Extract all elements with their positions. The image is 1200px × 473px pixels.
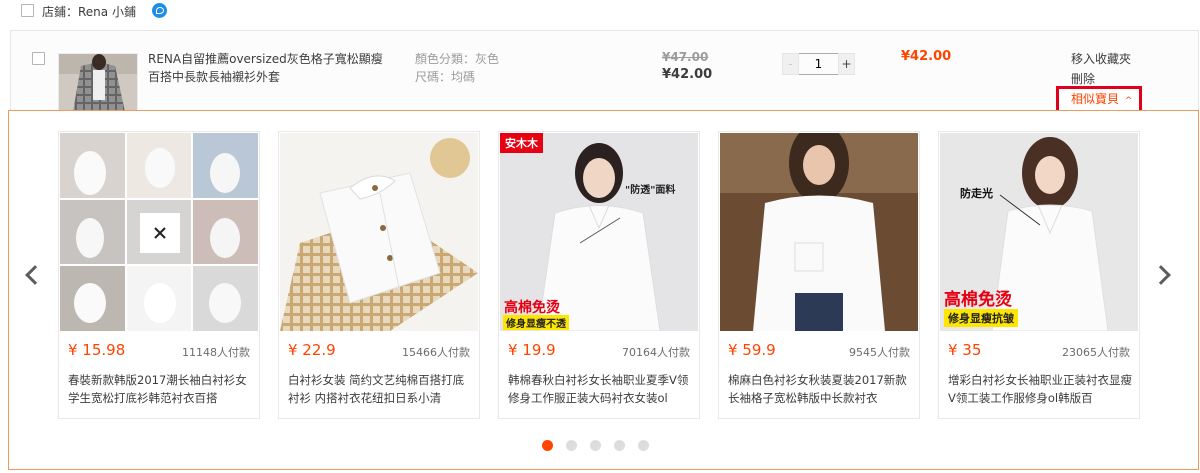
chevron-up-icon: ^ bbox=[1124, 96, 1133, 106]
similar-item-title[interactable]: 白衬衫女装 简约文艺纯棉百搭打底衬衫 内搭衬衣花纽扣日系小清 bbox=[288, 371, 472, 408]
similar-item-price: ¥ 35 bbox=[948, 341, 982, 359]
similar-item-sold-count: 23065人付款 bbox=[1062, 346, 1130, 359]
item-sku: 顏色分類：灰色 尺碼：均碼 bbox=[415, 50, 499, 86]
quantity-decrease-button[interactable]: - bbox=[782, 53, 799, 75]
similar-item-feature-text: 高棉免烫 bbox=[944, 290, 1012, 310]
carousel-page-dot[interactable] bbox=[566, 440, 577, 451]
carousel-page-dot[interactable] bbox=[542, 440, 553, 451]
similar-item-title[interactable]: 增彩白衬衫女长袖职业正装衬衣显瘦V领工装工作服修身ol韩版百 bbox=[948, 371, 1132, 408]
similar-item-sold-count: 70164人付款 bbox=[622, 346, 690, 359]
item-title[interactable]: RENA自留推薦oversized灰色格子寬松顯瘦百搭中長款長袖襯衫外套 bbox=[148, 50, 388, 86]
similar-items-panel: ¥ 15.98 11148人付款 春裝新款韩版2017潮长袖白衬衫女学生宽松打底… bbox=[8, 110, 1199, 470]
unit-price: ¥42.00 bbox=[662, 67, 713, 82]
shop-select-checkbox[interactable] bbox=[21, 4, 34, 17]
similar-items-label: 相似寶貝 bbox=[1071, 92, 1120, 106]
item-thumbnail[interactable] bbox=[58, 53, 138, 111]
similar-item-price: ¥ 19.9 bbox=[508, 341, 556, 359]
quantity-increase-button[interactable]: + bbox=[838, 53, 855, 75]
similar-item-price: ¥ 22.9 bbox=[288, 341, 336, 359]
subtotal-price: ¥42.00 bbox=[901, 49, 952, 64]
delete-link[interactable]: 刪除 bbox=[1071, 70, 1095, 87]
sku-color: 顏色分類：灰色 bbox=[415, 52, 500, 66]
shop-name[interactable]: 店鋪：Rena 小鋪 bbox=[42, 3, 136, 20]
carousel-page-dot[interactable] bbox=[590, 440, 601, 451]
similar-item-image[interactable] bbox=[280, 133, 478, 331]
similar-items-toggle[interactable]: 相似寶貝 ^ bbox=[1056, 86, 1142, 113]
similar-item-title[interactable]: 韩棉春秋白衬衫女长袖职业夏季V领修身工作服正装大码衬衣女装ol bbox=[508, 371, 692, 408]
sku-size: 尺碼：均碼 bbox=[415, 70, 476, 84]
similar-item-price: ¥ 59.9 bbox=[728, 341, 776, 359]
similar-item-feature-text: 高棉免烫 bbox=[504, 300, 560, 316]
similar-item-card[interactable]: ¥ 15.98 11148人付款 春裝新款韩版2017潮长袖白衬衫女学生宽松打底… bbox=[58, 131, 260, 419]
similar-item-image[interactable]: 防走光 高棉免烫 修身显瘦抗皱 bbox=[940, 133, 1138, 331]
similar-item-title[interactable]: 春裝新款韩版2017潮长袖白衬衫女学生宽松打底衫韩范衬衣百搭 bbox=[68, 371, 252, 408]
shop-header: 店鋪：Rena 小鋪 bbox=[0, 0, 1200, 30]
carousel-page-dot[interactable] bbox=[638, 440, 649, 451]
move-to-favorites-link[interactable]: 移入收藏夾 bbox=[1071, 50, 1131, 67]
carousel-prev-icon[interactable] bbox=[25, 265, 45, 285]
quantity-stepper: - 1 + bbox=[782, 53, 855, 75]
carousel-page-dot[interactable] bbox=[614, 440, 625, 451]
similar-item-brand-badge: 安木木 bbox=[500, 133, 543, 153]
similar-item-sold-count: 9545人付款 bbox=[849, 346, 910, 359]
similar-item-feature-text: 修身显瘦不透 bbox=[503, 315, 569, 330]
similar-item-image[interactable] bbox=[720, 133, 918, 331]
chat-icon[interactable] bbox=[152, 3, 167, 18]
similar-item-image[interactable]: 安木木 "防透"面料 高棉免烫 修身显瘦不透 bbox=[500, 133, 698, 331]
similar-item-sold-count: 15466人付款 bbox=[402, 346, 470, 359]
similar-item-feature-text: "防透"面料 bbox=[625, 185, 676, 196]
cart-item-row: RENA自留推薦oversized灰色格子寬松顯瘦百搭中長款長袖襯衫外套 顏色分… bbox=[10, 30, 1199, 113]
similar-item-image[interactable] bbox=[60, 133, 258, 331]
item-select-checkbox[interactable] bbox=[32, 52, 45, 65]
carousel-next-icon[interactable] bbox=[1151, 265, 1171, 285]
similar-item-title[interactable]: 棉麻白色衬衫女秋装夏装2017新款长袖格子宽松韩版中长款衬衣 bbox=[728, 371, 912, 408]
similar-item-card[interactable]: 安木木 "防透"面料 高棉免烫 修身显瘦不透 ¥ 19.9 70164人付款 韩… bbox=[498, 131, 700, 419]
similar-item-card[interactable]: ¥ 59.9 9545人付款 棉麻白色衬衫女秋装夏装2017新款长袖格子宽松韩版… bbox=[718, 131, 920, 419]
similar-item-sold-count: 11148人付款 bbox=[182, 346, 250, 359]
similar-item-card[interactable]: ¥ 22.9 15466人付款 白衬衫女装 简约文艺纯棉百搭打底衬衫 内搭衬衣花… bbox=[278, 131, 480, 419]
carousel-pagination bbox=[542, 440, 649, 451]
similar-item-feature-text: 修身显瘦抗皱 bbox=[944, 309, 1018, 327]
quantity-input[interactable]: 1 bbox=[799, 53, 838, 75]
similar-item-feature-text: 防走光 bbox=[960, 187, 993, 200]
original-price: ¥47.00 bbox=[662, 50, 709, 64]
similar-item-card[interactable]: 防走光 高棉免烫 修身显瘦抗皱 ¥ 35 23065人付款 增彩白衬衫女长袖职业… bbox=[938, 131, 1140, 419]
similar-item-price: ¥ 15.98 bbox=[68, 341, 126, 359]
